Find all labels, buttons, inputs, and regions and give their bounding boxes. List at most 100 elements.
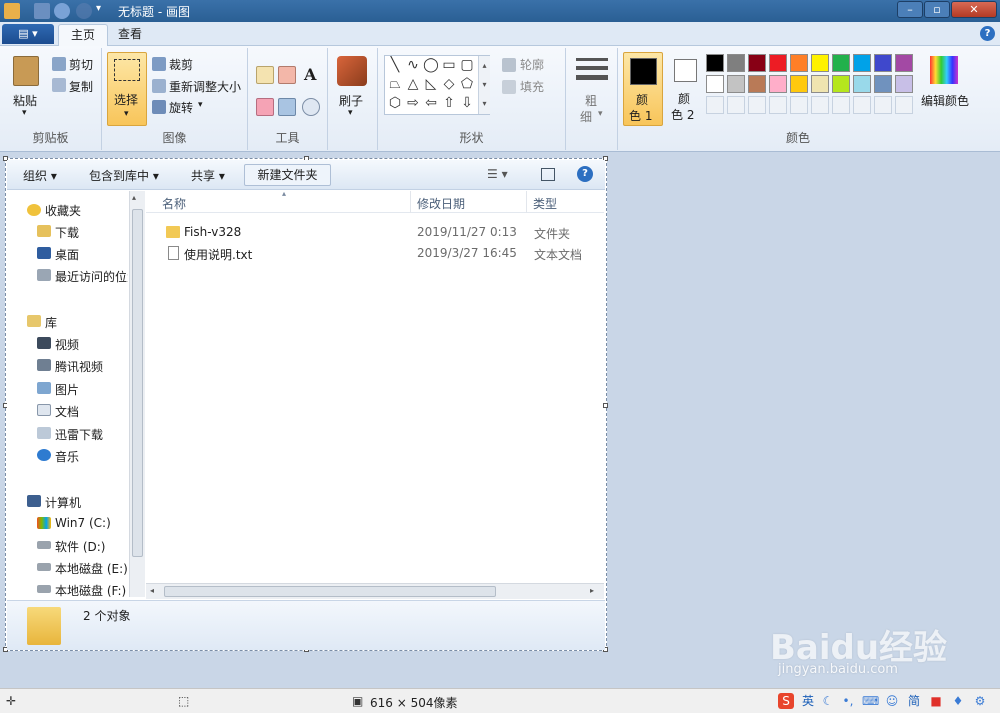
copy-button[interactable]: 复制 (69, 78, 93, 95)
color-swatch[interactable] (895, 54, 913, 72)
paste-dropdown-icon[interactable]: ▾ (22, 108, 27, 118)
paste-button[interactable]: 粘贴 (13, 92, 37, 109)
column-date[interactable]: 修改日期 (417, 195, 465, 212)
column-separator[interactable] (410, 191, 411, 213)
color-swatch[interactable] (790, 75, 808, 93)
ime-simplified[interactable]: 简 (906, 693, 922, 709)
outline-button[interactable]: 轮廓 (520, 56, 544, 73)
nav-pictures[interactable]: 图片 (55, 381, 79, 398)
rotate-dropdown-icon[interactable]: ▾ (198, 100, 203, 110)
edit-colors-button[interactable]: 编辑颜色 (921, 92, 969, 109)
nav-recent[interactable]: 最近访问的位置 (55, 268, 128, 285)
pentagon-shape-icon[interactable]: ⬠ (459, 77, 475, 92)
nav-scrollbar[interactable]: ▴ (129, 191, 145, 597)
color-swatch[interactable] (832, 75, 850, 93)
close-button[interactable]: ✕ (951, 1, 997, 18)
undo-icon[interactable] (54, 3, 70, 19)
paint-app-icon[interactable] (4, 3, 20, 19)
color-swatch[interactable] (811, 75, 829, 93)
nav-computer[interactable]: 计算机 (45, 494, 81, 511)
rounded-rectangle-shape-icon[interactable]: ▢ (459, 58, 475, 73)
brushes-dropdown-icon[interactable]: ▾ (348, 108, 353, 118)
color-swatch[interactable] (769, 75, 787, 93)
column-type[interactable]: 类型 (533, 195, 557, 212)
hexagon-shape-icon[interactable]: ⬡ (387, 96, 403, 111)
color-swatch[interactable] (748, 75, 766, 93)
nav-drive-c[interactable]: Win7 (C:) (55, 516, 111, 530)
color1-button[interactable]: 颜 色 1 (623, 52, 663, 126)
nav-tencent-video[interactable]: 腾讯视频 (55, 358, 103, 375)
color-swatch[interactable] (853, 54, 871, 72)
oval-shape-icon[interactable]: ◯ (423, 58, 439, 73)
share-button[interactable]: 共享 ▾ (191, 167, 225, 184)
nav-video[interactable]: 视频 (55, 336, 79, 353)
diamond-shape-icon[interactable]: ◇ (441, 77, 457, 92)
paste-icon[interactable] (13, 56, 39, 86)
color-swatch[interactable] (748, 54, 766, 72)
shapes-gallery[interactable]: ╲ ∿ ◯ ▭ ▢ ⏢ △ ◺ ◇ ⬠ ⬡ ⇨ ⇦ ⇧ ⇩ ▴ ▾ ▾ (384, 55, 490, 115)
polygon-shape-icon[interactable]: ⏢ (387, 77, 403, 92)
fill-button[interactable]: 填充 (520, 78, 544, 95)
color-swatch[interactable] (811, 54, 829, 72)
scroll-right-icon[interactable]: ▸ (590, 586, 594, 595)
nav-drive-e[interactable]: 本地磁盘 (E:) (55, 560, 128, 577)
crop-button[interactable]: 裁剪 (169, 56, 193, 73)
custom-color-slot[interactable] (874, 96, 892, 114)
help-icon[interactable]: ? (577, 166, 593, 182)
view-options-icon[interactable]: ☰ ▾ (487, 167, 508, 181)
brush-icon[interactable] (337, 56, 367, 86)
settings-gear-icon[interactable]: ⚙ (972, 693, 988, 709)
color-swatch[interactable] (727, 54, 745, 72)
hscroll-thumb[interactable] (164, 586, 496, 597)
cut-button[interactable]: 剪切 (69, 56, 93, 73)
left-arrow-shape-icon[interactable]: ⇦ (423, 96, 439, 111)
color-picker-icon[interactable] (278, 98, 296, 116)
color-swatch[interactable] (853, 75, 871, 93)
organize-button[interactable]: 组织 ▾ (23, 167, 57, 184)
fill-bucket-icon[interactable] (278, 66, 296, 84)
nav-music[interactable]: 音乐 (55, 448, 79, 465)
up-arrow-shape-icon[interactable]: ⇧ (441, 96, 457, 111)
column-name[interactable]: 名称 (162, 195, 186, 212)
brushes-group[interactable]: 刷子 ▾ (328, 48, 378, 150)
right-arrow-shape-icon[interactable]: ⇨ (405, 96, 421, 111)
video-camera-icon[interactable]: ■ (928, 693, 944, 709)
color-swatch[interactable] (874, 54, 892, 72)
rotate-button[interactable]: 旋转 (169, 99, 193, 116)
custom-color-slot[interactable] (853, 96, 871, 114)
color-swatch[interactable] (790, 54, 808, 72)
nav-favorites[interactable]: 收藏夹 (45, 202, 81, 219)
tab-view[interactable]: 查看 (106, 24, 154, 46)
drawing-canvas[interactable]: 组织 ▾ 包含到库中 ▾ 共享 ▾ 新建文件夹 ☰ ▾ ? 收藏夹 下载 桌面 … (3, 156, 608, 652)
color-swatch[interactable] (727, 75, 745, 93)
nav-drive-f[interactable]: 本地磁盘 (F:) (55, 582, 126, 597)
eraser-icon[interactable] (256, 98, 274, 116)
right-triangle-shape-icon[interactable]: ◺ (423, 77, 439, 92)
column-separator[interactable] (526, 191, 527, 213)
save-icon[interactable] (34, 3, 50, 19)
custom-color-slot[interactable] (769, 96, 787, 114)
nav-scroll-thumb[interactable] (132, 209, 143, 557)
nav-documents[interactable]: 文档 (55, 403, 79, 420)
brushes-button[interactable]: 刷子 (339, 92, 363, 109)
shapes-scroll[interactable]: ▴ ▾ ▾ (478, 56, 490, 114)
tab-home[interactable]: 主页 (58, 24, 109, 46)
ime-language[interactable]: 英 (800, 693, 816, 709)
resize-button[interactable]: 重新调整大小 (169, 78, 241, 95)
pencil-icon[interactable] (256, 66, 274, 84)
custom-color-slot[interactable] (748, 96, 766, 114)
keyboard-icon[interactable]: ⌨ (862, 693, 879, 709)
text-tool-icon[interactable]: A (304, 65, 316, 84)
file-row[interactable]: 使用说明.txt 2019/3/27 16:45 文本文档 (146, 243, 604, 263)
color2-button[interactable]: 颜 色 2 (666, 52, 706, 126)
magnifier-icon[interactable] (302, 98, 320, 116)
color-swatch[interactable] (706, 54, 724, 72)
line-shape-icon[interactable]: ╲ (387, 58, 403, 73)
help-icon[interactable]: ? (980, 26, 995, 41)
curve-shape-icon[interactable]: ∿ (405, 58, 421, 73)
triangle-shape-icon[interactable]: △ (405, 77, 421, 92)
redo-icon[interactable] (76, 3, 92, 19)
custom-color-slot[interactable] (706, 96, 724, 114)
resize-handle[interactable] (603, 403, 608, 408)
color-swatch[interactable] (769, 54, 787, 72)
